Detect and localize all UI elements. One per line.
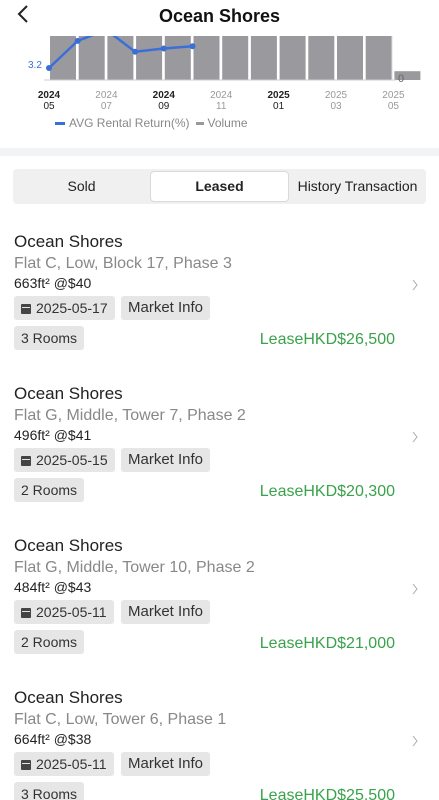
legend-line-swatch: [55, 121, 65, 125]
listing-address: Flat C, Low, Tower 6, Phase 1: [14, 711, 227, 728]
volume-bar: [222, 36, 249, 80]
x-tick-label-month: 01: [273, 101, 285, 112]
legend-item-rental-return: AVG Rental Return(%): [69, 116, 190, 130]
rooms-badge: 2 Rooms: [14, 630, 85, 654]
x-tick-label-year: 2024: [210, 90, 233, 101]
x-tick-label-year: 2025: [267, 90, 290, 101]
listing-item[interactable]: Ocean Shores Flat G, Middle, Tower 7, Ph…: [0, 368, 439, 520]
tab-history-transaction[interactable]: History Transaction: [289, 169, 426, 204]
listing-estate-name: Ocean Shores: [14, 688, 123, 707]
listing-estate-name: Ocean Shores: [14, 536, 123, 555]
date-chip: 2025-05-11: [14, 600, 114, 624]
right-axis-label: 0: [398, 73, 404, 85]
calendar-icon: [21, 456, 31, 466]
x-tick-label-month: 07: [101, 101, 113, 112]
calendar-icon: [21, 304, 31, 314]
listing-date: 2025-05-11: [36, 604, 107, 620]
volume-bar: [78, 36, 105, 80]
market-info-button[interactable]: Market Info: [121, 752, 211, 776]
listing-address: Flat G, Middle, Tower 10, Phase 2: [14, 559, 255, 576]
tab-leased[interactable]: Leased: [150, 171, 289, 202]
x-tick-label-year: 2025: [325, 90, 348, 101]
listing-date: 2025-05-11: [36, 756, 107, 772]
date-chip: 2025-05-17: [14, 296, 115, 320]
date-chip: 2025-05-11: [14, 752, 114, 776]
volume-bar: [193, 36, 220, 80]
listing-item[interactable]: Ocean Shores Flat C, Low, Block 17, Phas…: [0, 216, 439, 368]
listing-address: Flat G, Middle, Tower 7, Phase 2: [14, 407, 246, 424]
date-chip: 2025-05-15: [14, 448, 115, 472]
chevron-right-icon: [412, 583, 418, 595]
rooms-badge: 3 Rooms: [14, 782, 85, 800]
header: Ocean Shores: [0, 0, 439, 36]
x-tick-label-month: 11: [216, 101, 227, 112]
x-tick-label-month: 05: [43, 101, 55, 112]
transaction-tabs: Sold Leased History Transaction: [13, 169, 426, 204]
volume-bar: [337, 36, 363, 80]
chevron-right-icon: [412, 735, 418, 747]
listing-address: Flat C, Low, Block 17, Phase 3: [14, 255, 232, 272]
x-tick-label-month: 03: [330, 101, 342, 112]
rental-chart: 3.2 0 2024 05 2024 07 2024 09 2024 11 2025 01 2025 03…: [0, 36, 439, 148]
legend-item-volume: Volume: [207, 116, 248, 130]
rooms-badge: 3 Rooms: [14, 326, 85, 350]
volume-bar: [107, 36, 134, 80]
lease-price: LeaseHKD$20,300: [259, 483, 395, 500]
tab-sold[interactable]: Sold: [13, 169, 150, 204]
rental-return-point: [160, 45, 167, 52]
market-info-button[interactable]: Market Info: [121, 600, 211, 624]
lease-price: LeaseHKD$21,000: [259, 635, 395, 652]
volume-bar: [50, 36, 76, 80]
page-title: Ocean Shores: [158, 6, 281, 26]
x-tick-label-month: 09: [158, 101, 170, 112]
volume-bar: [136, 36, 163, 80]
listing-date: 2025-05-17: [36, 300, 108, 316]
listing-date: 2025-05-15: [36, 452, 108, 468]
calendar-icon: [21, 608, 31, 618]
listing-estate-name: Ocean Shores: [14, 232, 123, 251]
chevron-right-icon: [412, 431, 418, 443]
listing-size-price: 664ft² @$38: [14, 731, 92, 747]
app-root: Ocean Shores 3.2 0 2024 05 2024 07 2024 09 2024 1…: [0, 0, 439, 800]
x-tick-label-year: 2024: [38, 90, 61, 101]
volume-bar: [279, 36, 306, 80]
x-tick-label-month: 05: [388, 101, 400, 112]
x-tick-label-year: 2024: [95, 90, 118, 101]
rooms-badge: 2 Rooms: [14, 478, 85, 502]
x-tick-label-year: 2024: [153, 90, 176, 101]
listing-size-price: 663ft² @$40: [14, 275, 92, 291]
legend-bar-swatch: [195, 121, 204, 125]
chart-svg: 3.20202405202407202409202411202501202503…: [28, 36, 421, 112]
rental-return-point: [132, 48, 139, 55]
volume-bar: [365, 36, 392, 80]
lease-price: LeaseHKD$25,500: [259, 787, 395, 800]
market-info-button[interactable]: Market Info: [121, 296, 211, 320]
rental-return-point: [46, 65, 52, 71]
listing-item[interactable]: Ocean Shores Flat C, Low, Tower 6, Phase…: [0, 672, 439, 800]
chart-legend: AVG Rental Return(%) Volume: [55, 116, 248, 130]
listing-size-price: 484ft² @$43: [14, 579, 92, 595]
listing-size-price: 496ft² @$41: [14, 427, 92, 443]
x-tick-label-year: 2025: [382, 90, 405, 101]
left-axis-label: 3.2: [28, 60, 42, 71]
lease-price: LeaseHKD$26,500: [259, 331, 395, 348]
market-info-button[interactable]: Market Info: [121, 448, 211, 472]
calendar-icon: [21, 760, 31, 770]
listing-item[interactable]: Ocean Shores Flat G, Middle, Tower 10, P…: [0, 520, 439, 672]
volume-bar: [308, 36, 335, 80]
section-gap: [0, 148, 439, 156]
volume-bar: [164, 36, 191, 80]
chevron-right-icon: [412, 279, 418, 291]
volume-bar: [250, 36, 277, 80]
rental-return-point: [189, 43, 196, 50]
listing-estate-name: Ocean Shores: [14, 384, 123, 403]
rental-return-point: [74, 37, 81, 44]
